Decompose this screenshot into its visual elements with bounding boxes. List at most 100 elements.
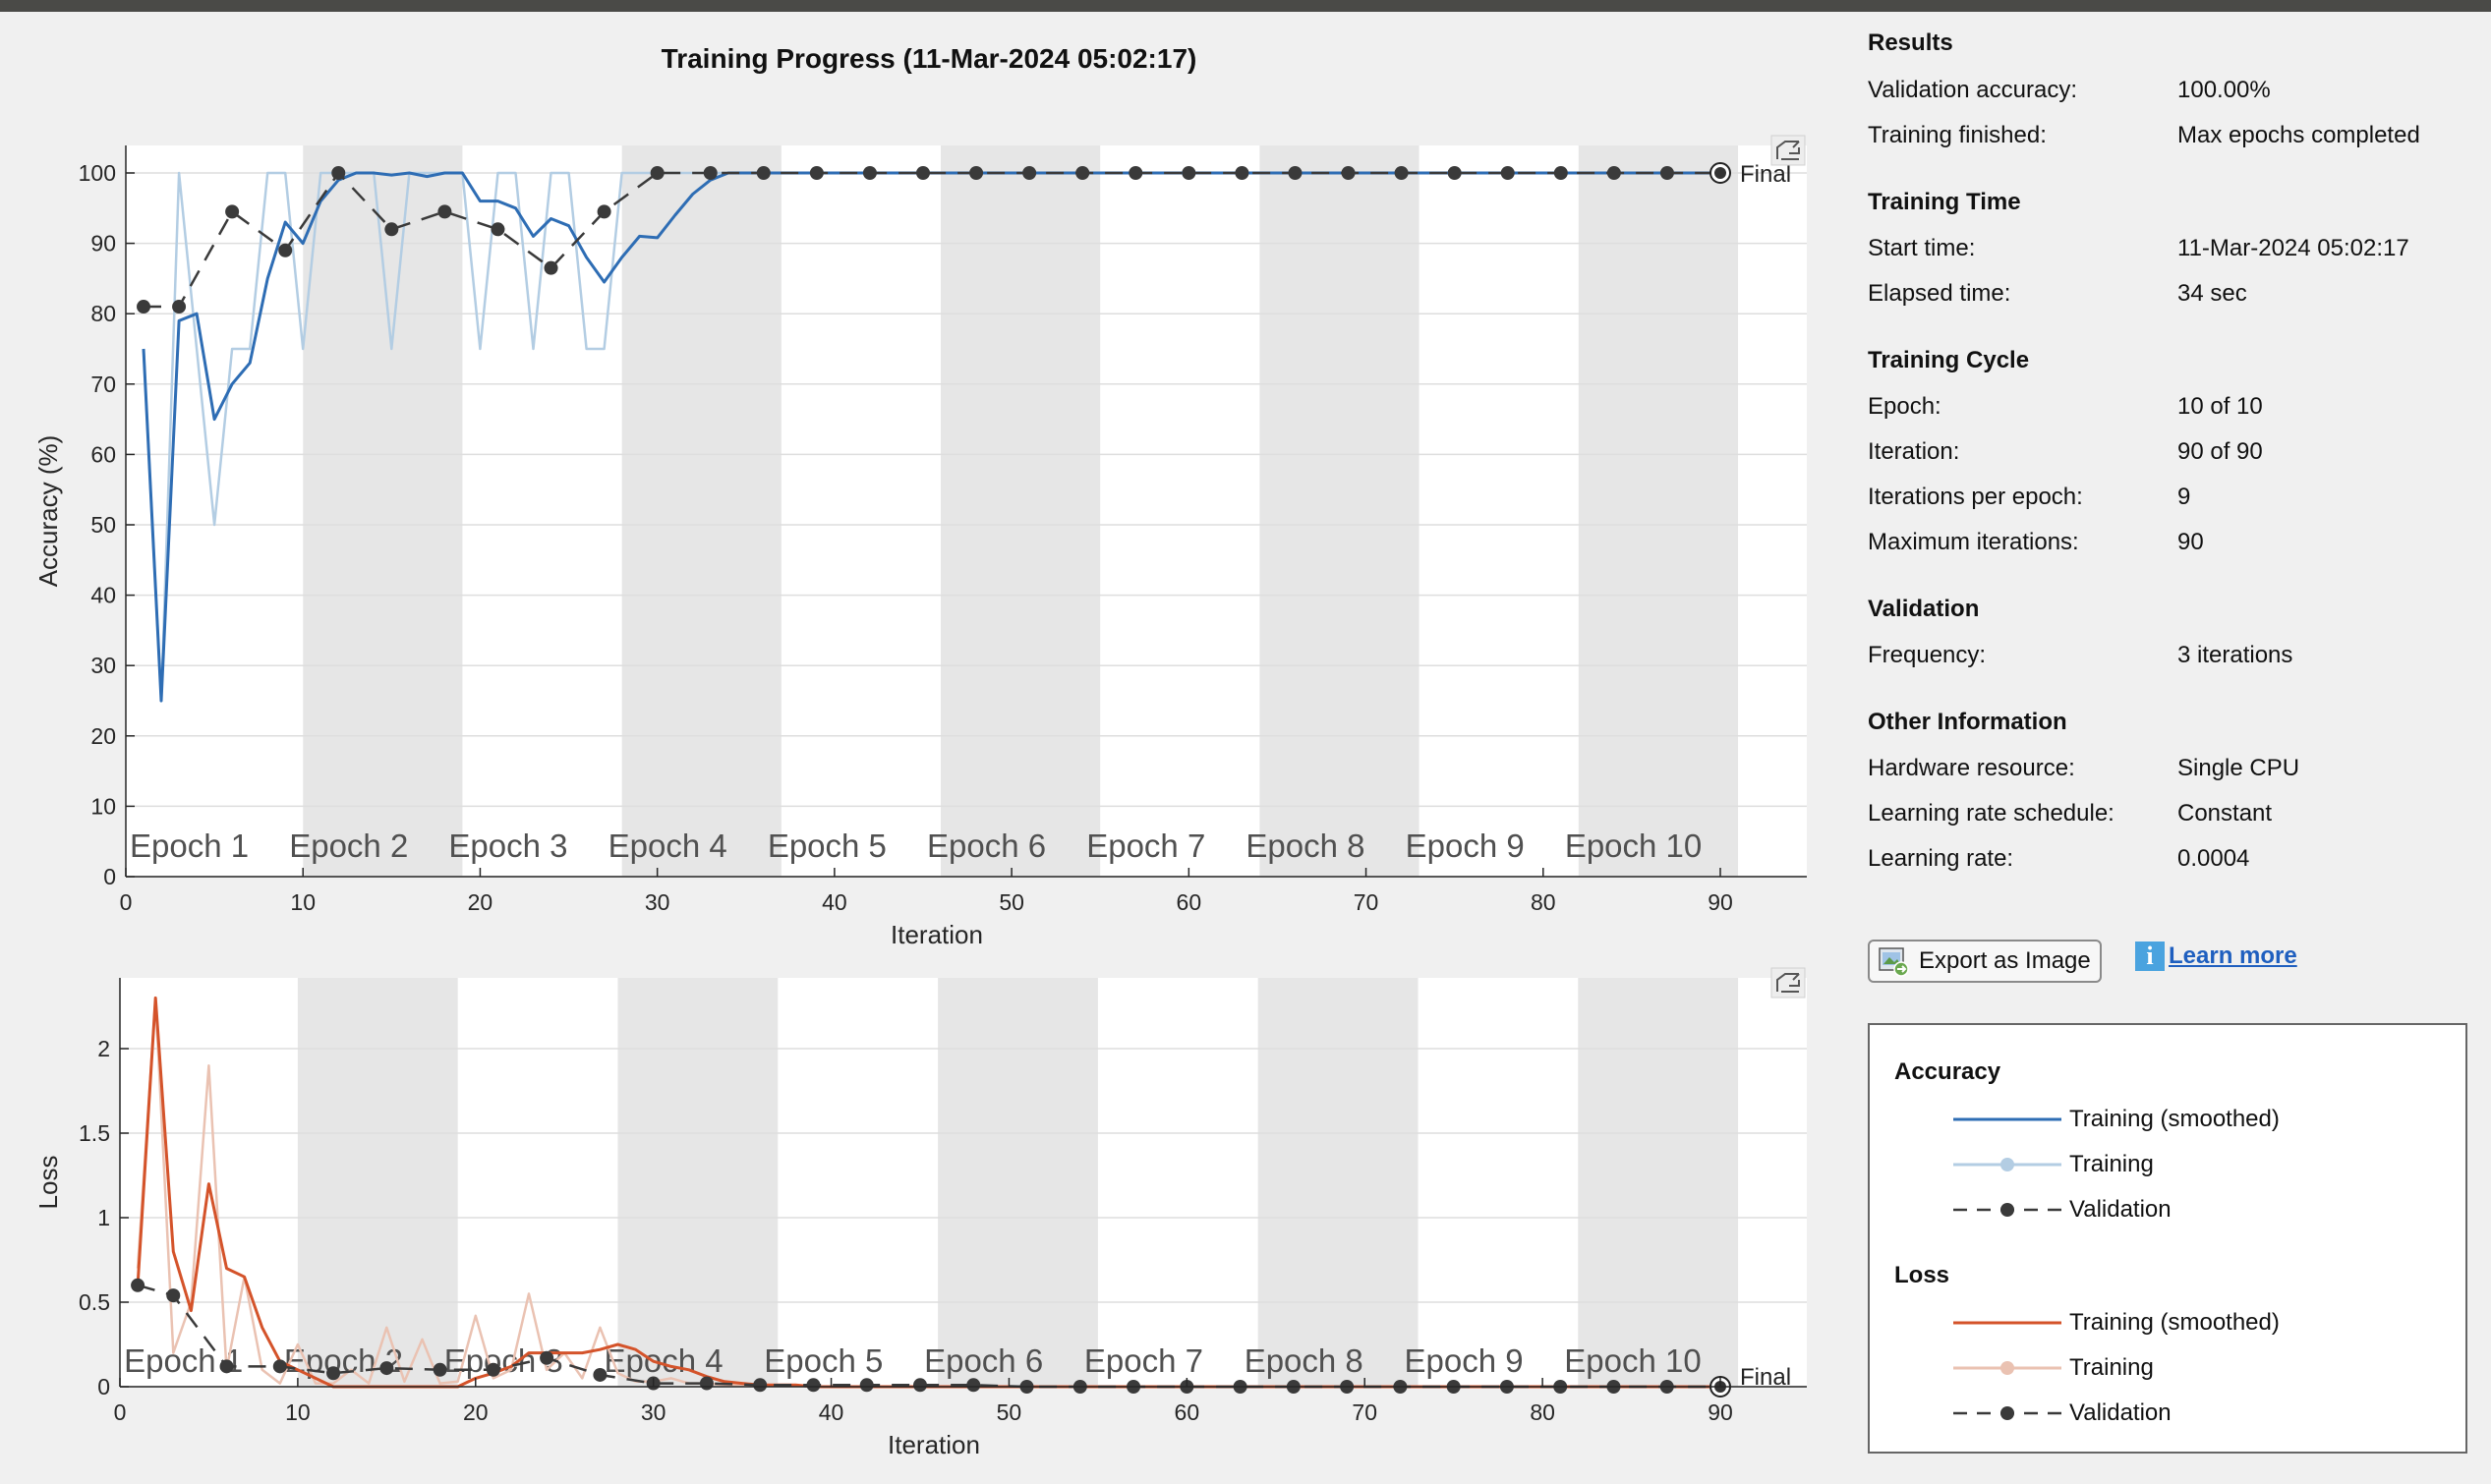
acc-x-axis-label: Iteration (891, 920, 983, 949)
acc-epoch-band (1259, 145, 1419, 877)
loss-validation-point (379, 1361, 394, 1376)
acc-validation-point (809, 166, 824, 180)
frequency-label: Frequency: (1868, 642, 1987, 668)
acc-validation-point (544, 260, 558, 275)
loss-validation-point (326, 1366, 341, 1381)
legend-loss-validation-text: Validation (2069, 1399, 2172, 1426)
acc-axes-export-icon (1770, 135, 1806, 166)
acc-y-tick-label: 10 (90, 793, 116, 819)
loss-plot: Epoch 1 Epoch 2 Epoch 3 Epoch 4 Epoch 5 Epoch… (33, 967, 1807, 1459)
loss-x-tick-label: 20 (463, 1399, 489, 1425)
acc-x-tick-label: 50 (999, 889, 1024, 915)
acc-x-tick-label: 60 (1177, 889, 1202, 915)
loss-validation-point (219, 1359, 234, 1374)
acc-validation-point (916, 166, 930, 180)
legend-loss-heading: Loss (1894, 1262, 1950, 1288)
learning-rate-schedule-label: Learning rate schedule: (1868, 800, 2114, 827)
loss-validation-point (131, 1278, 145, 1292)
acc-epoch-label: Epoch 2 (289, 828, 408, 864)
loss-x-tick-label: 50 (997, 1399, 1022, 1425)
learning-rate-schedule-value: Constant (2177, 800, 2273, 827)
acc-validation-point (1659, 166, 1674, 180)
training-finished-label: Training finished: (1868, 122, 2047, 148)
acc-validation-point (1394, 166, 1409, 180)
acc-validation-point (756, 166, 771, 180)
acc-epoch-band (1578, 145, 1739, 877)
loss-x-tick-label: 30 (641, 1399, 666, 1425)
acc-validation-point (1500, 166, 1515, 180)
legend-accuracy-training-text: Training (2069, 1151, 2154, 1177)
loss-epoch-band (617, 978, 779, 1387)
acc-x-tick-label: 80 (1531, 889, 1556, 915)
legend-loss-smoothed-text: Training (smoothed) (2069, 1309, 2280, 1336)
acc-y-tick-label: 60 (90, 441, 116, 467)
loss-x-tick-label: 80 (1530, 1399, 1555, 1425)
start-time-label: Start time: (1868, 235, 1976, 261)
acc-validation-point (1341, 166, 1356, 180)
loss-epoch-label: Epoch 4 (604, 1342, 723, 1379)
acc-validation-point (862, 166, 877, 180)
learn-more-link-group[interactable]: i Learn more (2135, 942, 2297, 971)
acc-x-tick-label: 0 (120, 889, 133, 915)
acc-epoch-label: Epoch 5 (768, 828, 887, 864)
acc-validation-point (437, 204, 452, 219)
loss-y-tick-label: 0.5 (79, 1289, 110, 1315)
epoch-value: 10 of 10 (2177, 393, 2263, 420)
validation-accuracy-label: Validation accuracy: (1868, 77, 2077, 103)
acc-y-tick-label: 30 (90, 653, 116, 678)
learn-more-link[interactable]: Learn more (2169, 942, 2297, 970)
loss-validation-point (859, 1378, 874, 1393)
frequency-value: 3 iterations (2177, 642, 2293, 668)
start-time-value: 11-Mar-2024 05:02:17 (2177, 235, 2409, 261)
acc-epoch-label: Epoch 4 (608, 828, 727, 864)
acc-validation-point (137, 300, 151, 314)
acc-y-tick-label: 80 (90, 301, 116, 326)
acc-validation-point (703, 166, 718, 180)
loss-y-tick-label: 1.5 (79, 1120, 110, 1146)
legend-loss-smoothed-swatch (1953, 1321, 2061, 1325)
acc-validation-point (331, 166, 346, 180)
acc-validation-point (225, 204, 240, 219)
acc-validation-point (1553, 166, 1568, 180)
acc-validation-point (172, 300, 187, 314)
loss-x-tick-label: 60 (1175, 1399, 1200, 1425)
loss-epoch-label: Epoch 9 (1404, 1342, 1523, 1379)
maximum-iterations-label: Maximum iterations: (1868, 529, 2079, 555)
acc-validation-point (969, 166, 984, 180)
loss-epoch-label: Epoch 6 (924, 1342, 1043, 1379)
loss-y-tick-label: 1 (97, 1205, 110, 1230)
acc-validation-point (650, 166, 665, 180)
iterations-per-epoch-value: 9 (2177, 484, 2191, 510)
acc-epoch-label: Epoch 10 (1565, 828, 1702, 864)
acc-y-tick-label: 50 (90, 512, 116, 538)
loss-validation-point (433, 1362, 447, 1377)
acc-y-axis-label: Accuracy (%) (33, 435, 63, 588)
acc-y-tick-label: 70 (90, 371, 116, 397)
acc-validation-point (1606, 166, 1621, 180)
legend-accuracy-validation-swatch (1953, 1203, 2061, 1217)
loss-x-tick-label: 10 (285, 1399, 311, 1425)
loss-x-tick-label: 90 (1708, 1399, 1733, 1425)
validation-heading: Validation (1868, 596, 1980, 622)
legend-loss-training-text: Training (2069, 1354, 2154, 1381)
export-as-image-button[interactable]: Export as Image (1868, 940, 2102, 983)
loss-validation-point (753, 1378, 768, 1393)
acc-validation-point (1182, 166, 1196, 180)
acc-epoch-band (941, 145, 1101, 877)
training-cycle-heading: Training Cycle (1868, 347, 2030, 373)
loss-x-tick-label: 70 (1352, 1399, 1377, 1425)
info-icon: i (2135, 942, 2165, 971)
loss-validation-point (966, 1378, 981, 1393)
acc-validation-point (1129, 166, 1143, 180)
acc-validation-point (1235, 166, 1249, 180)
acc-validation-point (278, 243, 293, 257)
loss-x-axis-label: Iteration (888, 1430, 980, 1459)
acc-validation-point (1075, 166, 1090, 180)
loss-validation-point (806, 1378, 821, 1393)
acc-validation-point (1022, 166, 1037, 180)
iteration-label: Iteration: (1868, 438, 1960, 465)
other-information-heading: Other Information (1868, 709, 2067, 735)
acc-x-tick-label: 30 (645, 889, 670, 915)
learning-rate-label: Learning rate: (1868, 845, 2014, 872)
loss-y-tick-label: 2 (97, 1036, 110, 1061)
